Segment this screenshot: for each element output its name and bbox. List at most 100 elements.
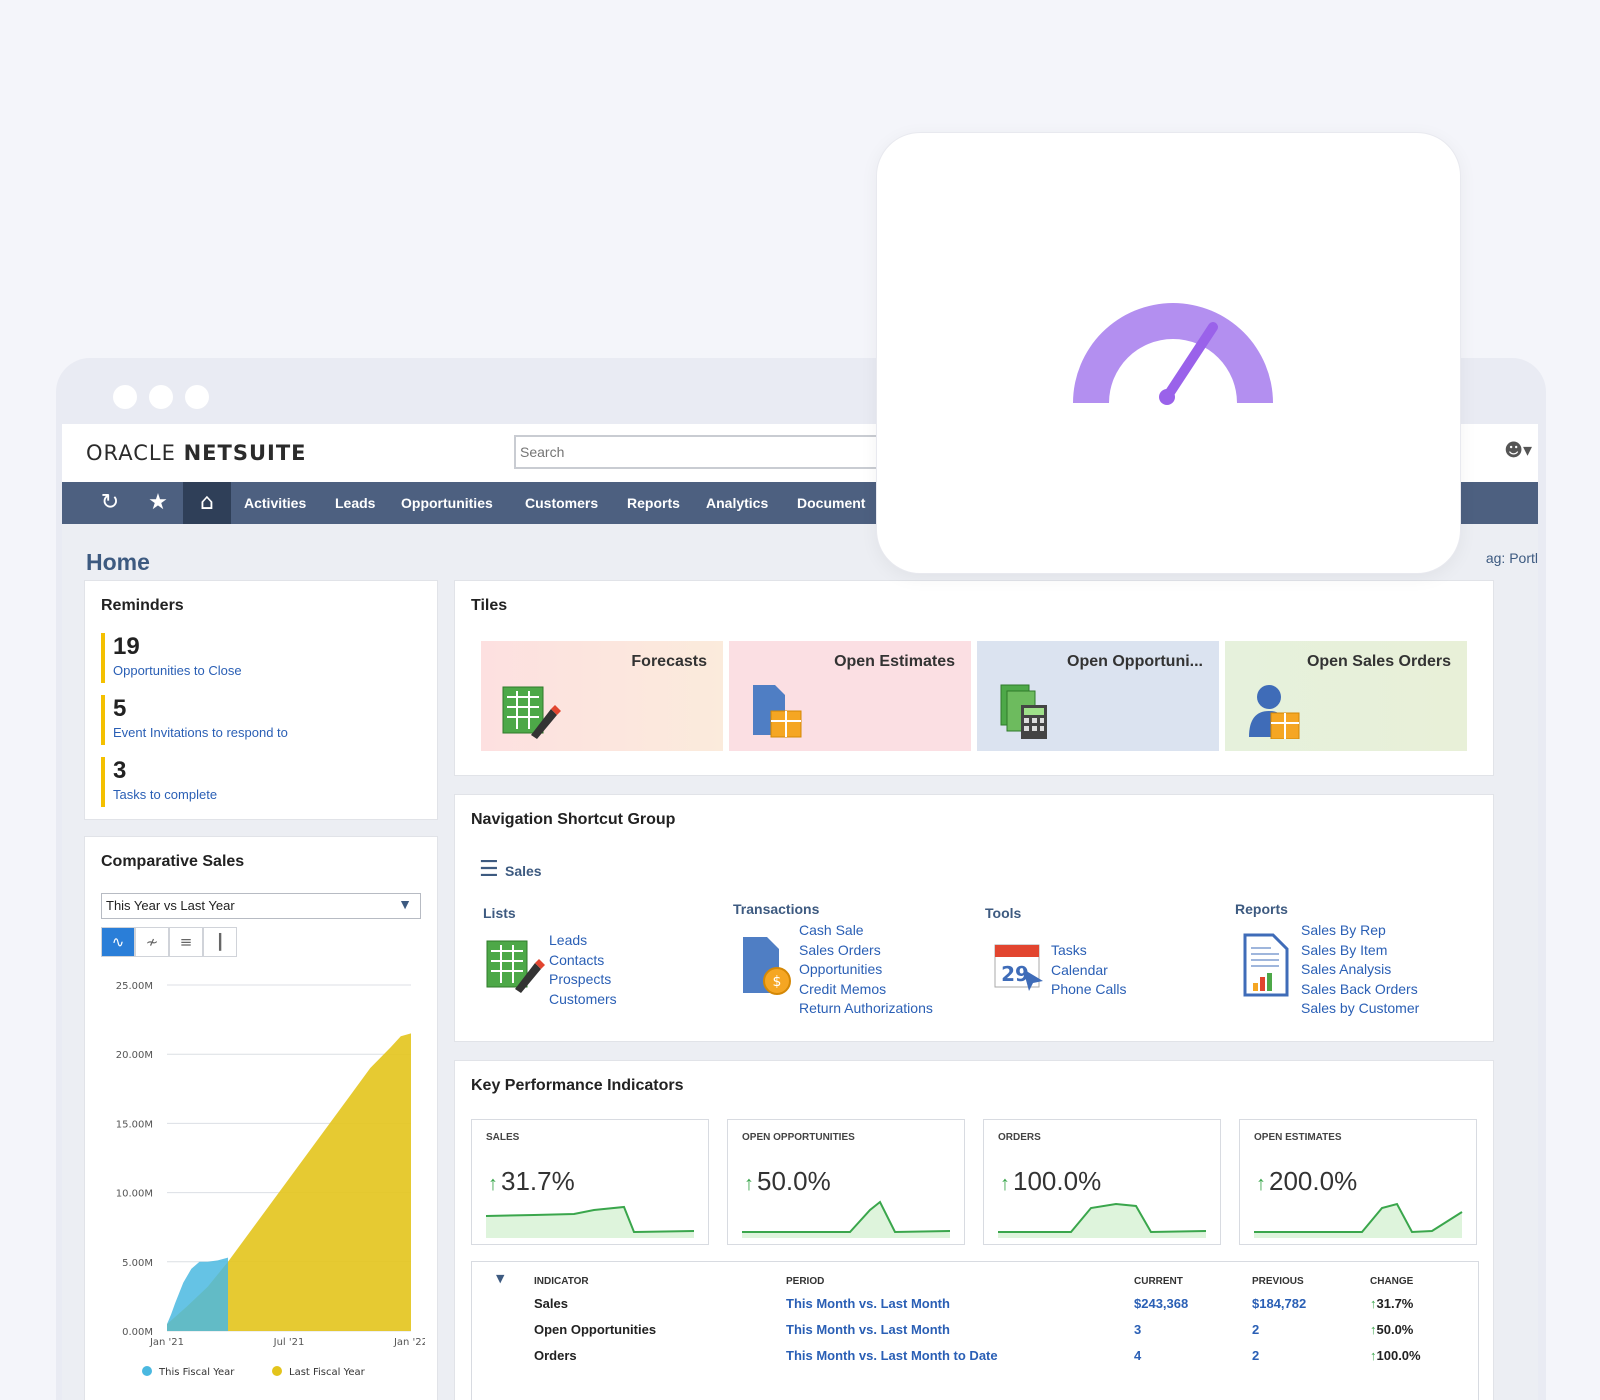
- column-header[interactable]: PREVIOUS: [1252, 1276, 1304, 1287]
- favorites-star-icon[interactable]: ★: [134, 482, 182, 524]
- x-tick-label: Jan '21: [149, 1337, 184, 1348]
- transactions-links: Cash Sale Sales Orders Opportunities Cre…: [799, 921, 933, 1019]
- nav-reports[interactable]: Reports: [627, 495, 680, 511]
- opportunity-calculator-icon: [1000, 684, 1047, 739]
- arrow-up-icon: ↑: [488, 1173, 498, 1195]
- reminders-portlet: Reminders 19 Opportunities to Close 5 Ev…: [84, 580, 438, 820]
- column-chart-type-icon[interactable]: ┃: [203, 927, 237, 957]
- reports-links: Sales By Rep Sales By Item Sales Analysi…: [1301, 921, 1419, 1019]
- kpi-card-sales[interactable]: SALES ↑ 31.7%: [471, 1119, 709, 1245]
- link-contacts[interactable]: Contacts: [549, 951, 617, 971]
- kpi-value: ↑ 200.0%: [1256, 1166, 1357, 1197]
- reminder-label[interactable]: Event Invitations to respond to: [113, 725, 288, 740]
- oracle-netsuite-logo[interactable]: ORACLE NETSUITE: [86, 441, 307, 465]
- link-sales-by-rep[interactable]: Sales By Rep: [1301, 921, 1419, 941]
- legend-swatch-this-fiscal-year: [142, 1366, 152, 1376]
- kpi-row-current[interactable]: 4: [1134, 1348, 1141, 1363]
- layout-link[interactable]: ag: Portl: [1486, 550, 1538, 566]
- comparison-period-select[interactable]: This Year vs Last Year ▼: [101, 893, 421, 919]
- link-tasks[interactable]: Tasks: [1051, 941, 1127, 961]
- y-tick-label: 20.00M: [116, 1050, 153, 1061]
- line-chart-type-icon[interactable]: ≁: [135, 927, 169, 957]
- tile-open-estimates[interactable]: Open Estimates: [729, 641, 971, 751]
- kpi-row-previous[interactable]: $184,782: [1252, 1296, 1306, 1311]
- link-credit-memos[interactable]: Credit Memos: [799, 980, 933, 1000]
- lists-heading: Lists: [483, 905, 516, 921]
- link-sales-by-item[interactable]: Sales By Item: [1301, 941, 1419, 961]
- column-header[interactable]: INDICATOR: [534, 1276, 589, 1287]
- comparative-sales-chart[interactable]: 25.00M20.00M15.00M10.00M5.00M0.00MJan '2…: [95, 971, 425, 1386]
- kpi-portlet: Key Performance Indicators SALES ↑ 31.7% …: [454, 1060, 1494, 1400]
- kpi-row-previous[interactable]: 2: [1252, 1322, 1259, 1337]
- link-phone-calls[interactable]: Phone Calls: [1051, 980, 1127, 1000]
- x-tick-label: Jul '21: [273, 1337, 305, 1348]
- legend-swatch-last-fiscal-year: [272, 1366, 282, 1376]
- column-header[interactable]: CURRENT: [1134, 1276, 1183, 1287]
- kpi-row-current[interactable]: 3: [1134, 1322, 1141, 1337]
- nav-activities[interactable]: Activities: [244, 495, 306, 511]
- arrow-up-icon: ↑: [1256, 1173, 1266, 1195]
- recent-records-icon[interactable]: ↻: [86, 482, 134, 524]
- tile-open-opportunities[interactable]: Open Opportuni...: [977, 641, 1219, 751]
- kpi-row-indicator: Orders: [534, 1348, 577, 1363]
- reminders-title: Reminders: [101, 597, 184, 614]
- user-roles-icon[interactable]: ☻▾: [1504, 440, 1532, 461]
- kpi-card-orders[interactable]: ORDERS ↑ 100.0%: [983, 1119, 1221, 1245]
- link-leads[interactable]: Leads: [549, 931, 617, 951]
- link-sales-by-customer[interactable]: Sales by Customer: [1301, 999, 1419, 1019]
- nav-customers[interactable]: Customers: [525, 495, 598, 511]
- link-sales-analysis[interactable]: Sales Analysis: [1301, 960, 1419, 980]
- page-title: Home: [86, 549, 150, 575]
- tile-label: Open Sales Orders: [1306, 653, 1451, 670]
- kpi-row-period[interactable]: This Month vs. Last Month: [786, 1296, 950, 1311]
- menu-hamburger-icon[interactable]: ☰: [479, 857, 499, 882]
- reminder-item[interactable]: 3 Tasks to complete: [101, 757, 217, 807]
- kpi-value: ↑ 100.0%: [1000, 1166, 1101, 1197]
- reminder-count: 5: [113, 695, 127, 722]
- kpi-sparkline: [485, 1205, 695, 1238]
- link-opportunities[interactable]: Opportunities: [799, 960, 933, 980]
- kpi-card-open-estimates[interactable]: OPEN ESTIMATES ↑ 200.0%: [1239, 1119, 1477, 1245]
- home-icon[interactable]: ⌂: [183, 482, 231, 524]
- tile-label: Open Estimates: [834, 653, 955, 670]
- tiles-title: Tiles: [471, 597, 508, 614]
- change-text: 50.0%: [1376, 1322, 1414, 1337]
- link-calendar[interactable]: Calendar: [1051, 961, 1127, 981]
- kpi-row-period[interactable]: This Month vs. Last Month: [786, 1322, 950, 1337]
- tile-forecasts[interactable]: Forecasts: [481, 641, 723, 751]
- chevron-down-icon: ▼: [398, 896, 412, 912]
- kpi-card-open-opportunities[interactable]: OPEN OPPORTUNITIES ↑ 50.0%: [727, 1119, 965, 1245]
- shortcut-group-label[interactable]: Sales: [505, 863, 542, 879]
- reminder-label[interactable]: Tasks to complete: [113, 787, 217, 802]
- reminder-label[interactable]: Opportunities to Close: [113, 663, 242, 678]
- kpi-label: SALES: [486, 1132, 520, 1143]
- nav-analytics[interactable]: Analytics: [706, 495, 768, 511]
- lists-links: Leads Contacts Prospects Customers: [549, 931, 617, 1009]
- kpi-value-text: 100.0%: [1013, 1166, 1102, 1196]
- kpi-row-period[interactable]: This Month vs. Last Month to Date: [786, 1348, 998, 1363]
- column-header[interactable]: CHANGE: [1370, 1276, 1413, 1287]
- link-customers[interactable]: Customers: [549, 990, 617, 1010]
- tile-open-sales-orders[interactable]: Open Sales Orders: [1225, 641, 1467, 751]
- y-tick-label: 25.00M: [116, 981, 153, 992]
- link-sales-back-orders[interactable]: Sales Back Orders: [1301, 980, 1419, 1000]
- kpi-row-current[interactable]: $243,368: [1134, 1296, 1188, 1311]
- nav-leads[interactable]: Leads: [335, 495, 375, 511]
- reminder-item[interactable]: 19 Opportunities to Close: [101, 633, 242, 683]
- kpi-row-previous[interactable]: 2: [1252, 1348, 1259, 1363]
- nav-opportunities[interactable]: Opportunities: [401, 495, 493, 511]
- nav-documents[interactable]: Document: [797, 495, 865, 511]
- change-text: 31.7%: [1376, 1296, 1414, 1311]
- link-sales-orders[interactable]: Sales Orders: [799, 941, 933, 961]
- speedometer-gauge-icon: [1073, 303, 1273, 405]
- collapse-arrow-icon[interactable]: ▼: [496, 1272, 504, 1285]
- link-prospects[interactable]: Prospects: [549, 970, 617, 990]
- link-return-authorizations[interactable]: Return Authorizations: [799, 999, 933, 1019]
- link-cash-sale[interactable]: Cash Sale: [799, 921, 933, 941]
- reminder-item[interactable]: 5 Event Invitations to respond to: [101, 695, 288, 745]
- legend-label: This Fiscal Year: [158, 1367, 235, 1378]
- kpi-value-text: 50.0%: [757, 1166, 831, 1196]
- bar-chart-type-icon[interactable]: ≡: [169, 927, 203, 957]
- column-header[interactable]: PERIOD: [786, 1276, 824, 1287]
- area-chart-type-icon[interactable]: ∿: [101, 927, 135, 957]
